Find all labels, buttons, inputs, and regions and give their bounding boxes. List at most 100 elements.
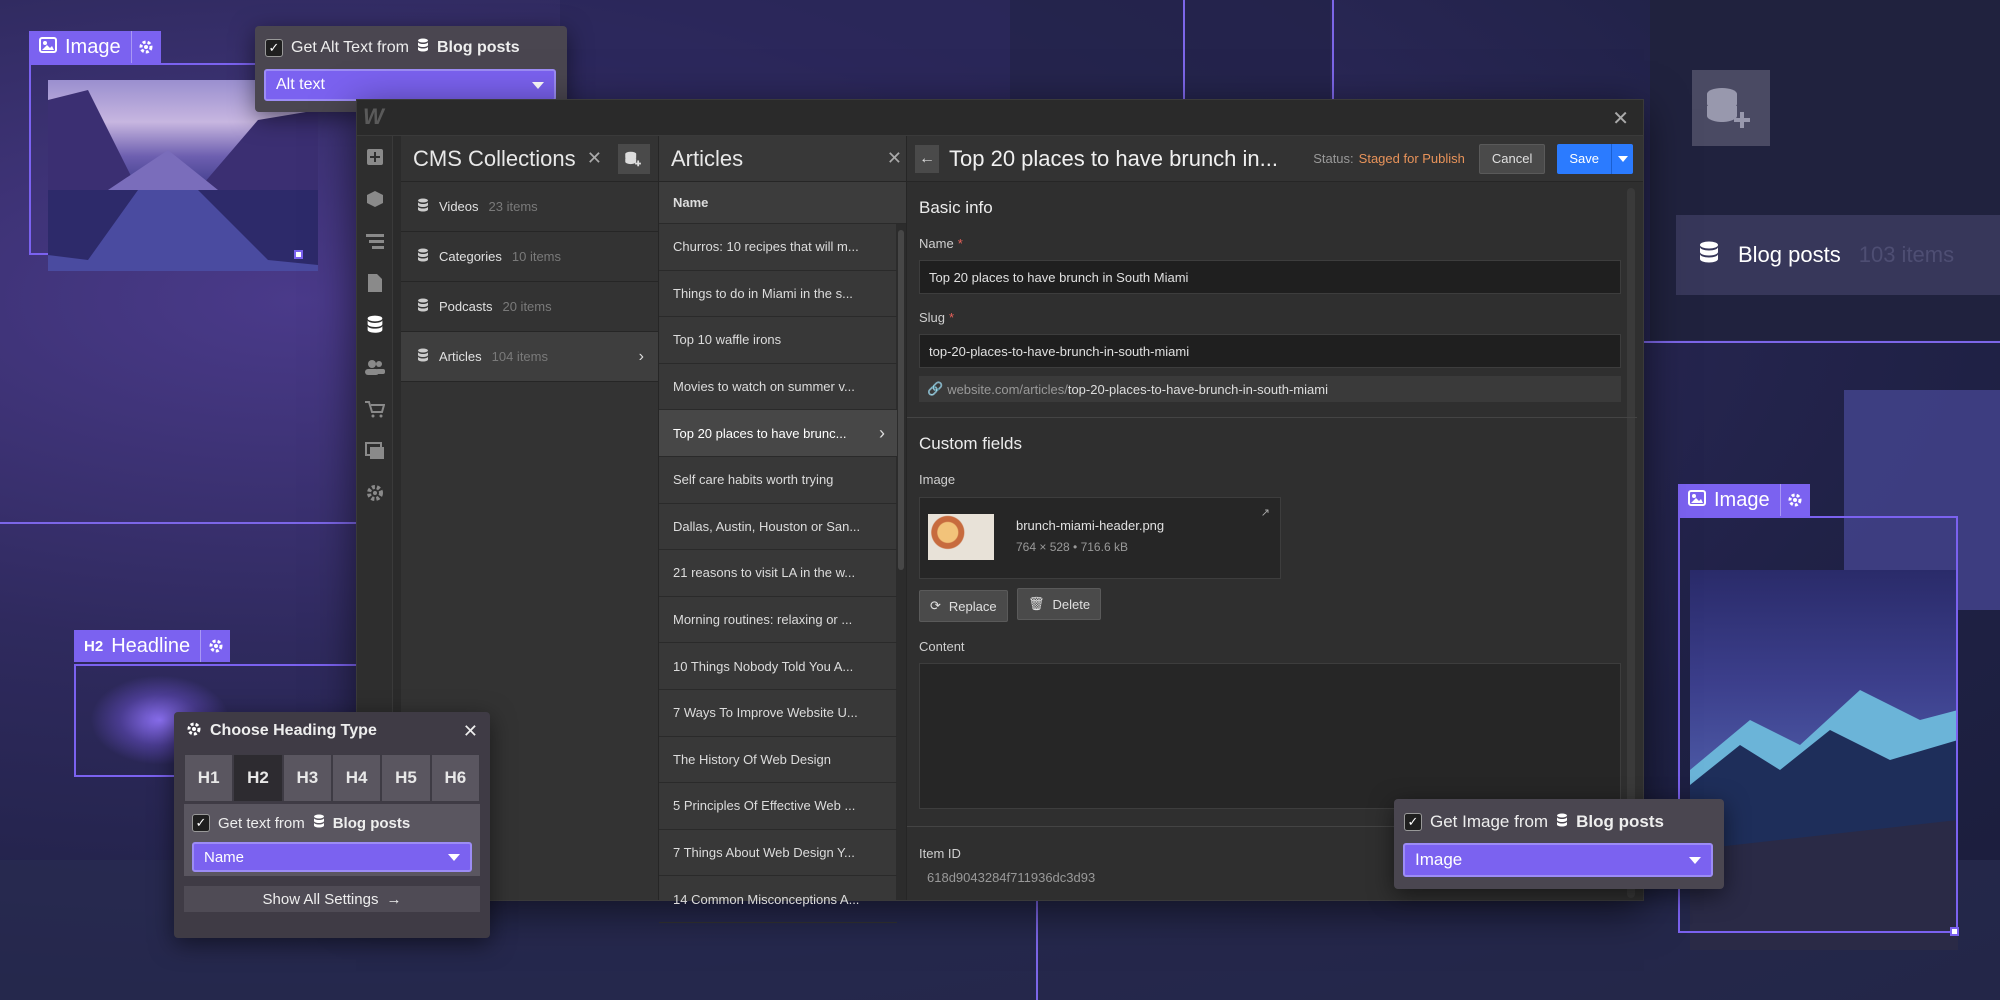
pages-icon[interactable] — [357, 262, 393, 304]
delete-label: Delete — [1052, 596, 1091, 612]
gear-icon — [186, 721, 202, 742]
text-source-name: Blog posts — [332, 814, 411, 832]
h2-icon: H2 — [84, 637, 104, 655]
resize-handle[interactable] — [294, 250, 303, 259]
text-source-dropdown[interactable]: Name — [192, 842, 472, 872]
image-source-name: Blog posts — [1576, 812, 1664, 831]
link-icon: 🔗 — [927, 381, 944, 396]
article-row-title: 14 Common Misconceptions A... — [673, 891, 860, 907]
gear-icon[interactable] — [130, 31, 161, 63]
article-row[interactable]: 14 Common Misconceptions A... — [659, 876, 897, 923]
image-thumbnail — [928, 514, 994, 560]
back-arrow-icon[interactable]: ← — [915, 144, 939, 173]
close-panel-icon[interactable]: ✕ — [587, 148, 602, 169]
image-source-checkbox-label: Get Image from — [1430, 812, 1549, 831]
text-source-checkbox-label: Get text from — [218, 814, 305, 832]
collection-item-articles[interactable]: Articles 104 items › — [401, 332, 658, 382]
heading-h6-button[interactable]: H6 — [430, 754, 480, 802]
show-all-settings-button[interactable]: Show All Settings → — [184, 886, 480, 912]
bg-block — [560, 0, 1010, 100]
resize-handle[interactable] — [1950, 927, 1959, 936]
article-row[interactable]: Morning routines: relaxing or ... — [659, 597, 897, 644]
heading-h3-button[interactable]: H3 — [282, 754, 332, 802]
content-editor[interactable] — [919, 663, 1621, 809]
replace-button[interactable]: ⟳ Replace — [919, 590, 1008, 622]
cms-window: W ✕ CMS Collections ✕ Videos 23 items Ca… — [356, 99, 1644, 923]
article-row[interactable]: Self care habits worth trying — [659, 457, 897, 504]
show-all-settings-label: Show All Settings — [262, 890, 379, 908]
article-row-title: Churros: 10 recipes that will m... — [673, 239, 859, 255]
name-column-header[interactable]: Name — [659, 182, 906, 224]
alt-text-checkbox[interactable]: ✓ — [265, 38, 283, 57]
alt-text-dropdown[interactable]: Alt text — [264, 69, 556, 101]
collection-item-categories[interactable]: Categories 10 items — [401, 232, 658, 282]
article-row[interactable]: 7 Ways To Improve Website U... — [659, 690, 897, 737]
assets-icon[interactable] — [357, 430, 393, 472]
heading-h5-button[interactable]: H5 — [381, 754, 431, 802]
scrollbar-thumb[interactable] — [898, 230, 904, 570]
users-icon[interactable] — [357, 346, 393, 388]
ecommerce-cart-icon[interactable] — [357, 388, 393, 430]
image-tag-top[interactable]: Image — [29, 31, 161, 63]
required-asterisk: * — [957, 236, 963, 251]
article-row[interactable]: Movies to watch on summer v... — [659, 364, 897, 411]
cms-database-icon[interactable] — [357, 304, 393, 346]
add-collection-button[interactable] — [618, 144, 650, 174]
image-tag-right[interactable]: Image — [1678, 484, 1810, 516]
status-value: Staged for Publish — [1358, 151, 1465, 166]
item-editor: ← Top 20 places to have brunch in... Sta… — [907, 136, 1643, 900]
heading-h4-button[interactable]: H4 — [331, 754, 382, 802]
close-panel-icon[interactable]: ✕ — [887, 148, 902, 169]
article-row-title: 7 Ways To Improve Website U... — [673, 705, 858, 721]
collection-count: 23 items — [488, 199, 538, 214]
collections-header: CMS Collections ✕ — [401, 136, 658, 182]
collection-item-videos[interactable]: Videos 23 items — [401, 182, 658, 232]
add-collection-icon[interactable] — [1692, 70, 1770, 146]
article-row[interactable]: The History Of Web Design — [659, 737, 897, 784]
add-panel-icon[interactable] — [357, 136, 393, 178]
name-field[interactable]: Top 20 places to have brunch in South Mi… — [919, 260, 1621, 294]
article-row[interactable]: Top 20 places to have brunc... › — [659, 410, 897, 457]
slug-field[interactable]: top-20-places-to-have-brunch-in-south-mi… — [919, 334, 1621, 368]
close-window-icon[interactable]: ✕ — [1612, 106, 1629, 131]
gear-icon[interactable] — [200, 630, 230, 662]
url-slug: top-20-places-to-have-brunch-in-south-mi… — [1067, 381, 1328, 397]
open-external-icon[interactable]: ↗ — [1261, 506, 1270, 519]
article-row[interactable]: 21 reasons to visit LA in the w... — [659, 550, 897, 597]
heading-popover-title: Choose Heading Type — [210, 722, 377, 739]
blog-posts-card[interactable]: Blog posts 103 items — [1676, 215, 2000, 295]
navigator-icon[interactable] — [357, 220, 393, 262]
article-row[interactable]: 7 Things About Web Design Y... — [659, 830, 897, 877]
text-source-checkbox[interactable]: ✓ — [192, 814, 210, 832]
article-row[interactable]: Churros: 10 recipes that will m... — [659, 224, 897, 271]
scrollbar[interactable] — [896, 224, 906, 900]
collection-name: Videos — [439, 199, 479, 214]
article-row-title: Top 20 places to have brunc... — [673, 425, 847, 441]
headline-tag[interactable]: H2 Headline — [74, 630, 231, 662]
symbols-icon[interactable] — [357, 178, 393, 220]
collection-item-podcasts[interactable]: Podcasts 20 items — [401, 282, 658, 332]
article-row[interactable]: Dallas, Austin, Houston or San... — [659, 504, 897, 551]
save-options-dropdown[interactable] — [1611, 143, 1633, 174]
settings-gear-icon[interactable] — [357, 472, 393, 514]
heading-h1-button[interactable]: H1 — [184, 754, 234, 802]
editor-scrollbar[interactable] — [1627, 188, 1635, 898]
articles-title: Articles — [671, 145, 744, 171]
save-button[interactable]: Save — [1557, 143, 1611, 174]
text-source-dropdown-value: Name — [204, 848, 245, 866]
delete-button[interactable]: 🗑 Delete — [1017, 588, 1102, 620]
collections-title: CMS Collections — [413, 145, 576, 171]
article-row[interactable]: 10 Things Nobody Told You A... — [659, 643, 897, 690]
image-source-dropdown[interactable]: Image — [1403, 843, 1713, 877]
image-field-card[interactable]: brunch-miami-header.png 764 × 528 • 716.… — [919, 497, 1281, 579]
collection-count: 10 items — [511, 249, 562, 264]
image-source-checkbox[interactable]: ✓ — [1404, 813, 1422, 831]
close-icon[interactable]: ✕ — [463, 721, 478, 742]
article-row[interactable]: 5 Principles Of Effective Web ... — [659, 783, 897, 830]
article-row[interactable]: Things to do in Miami in the s... — [659, 271, 897, 318]
url-prefix: website.com/articles/ — [947, 381, 1068, 397]
cancel-button[interactable]: Cancel — [1478, 143, 1546, 174]
article-row[interactable]: Top 10 waffle irons — [659, 317, 897, 364]
gear-icon[interactable] — [1779, 484, 1810, 516]
heading-h2-button[interactable]: H2 — [233, 754, 283, 802]
